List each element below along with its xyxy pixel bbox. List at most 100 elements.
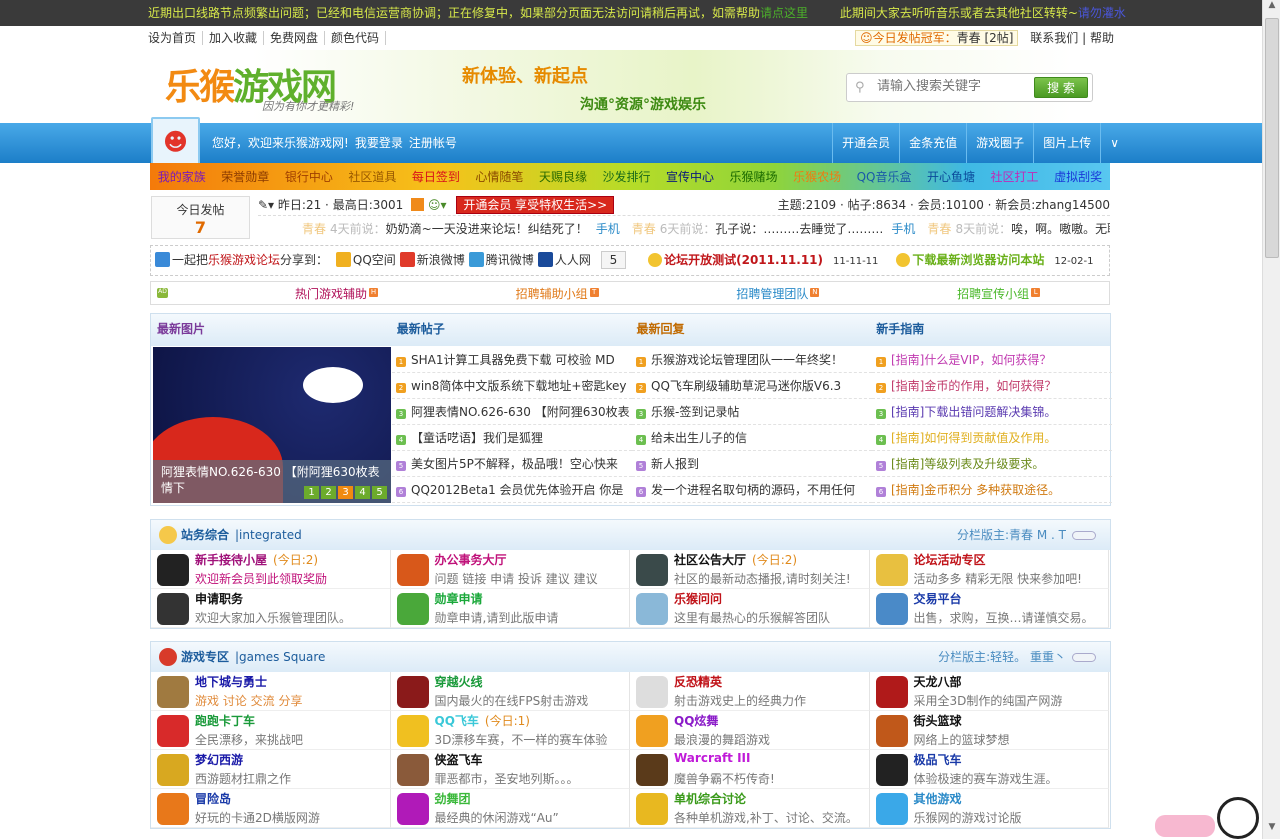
login-link[interactable]: 我要登录: [355, 136, 403, 150]
ad-item[interactable]: 招聘辅助小组 T: [447, 285, 668, 302]
forum-name[interactable]: 反恐精英: [674, 675, 722, 689]
section-title[interactable]: 站务综合: [181, 528, 229, 542]
forum-name[interactable]: QQ炫舞: [674, 714, 718, 728]
menu-item[interactable]: 开心鱼塘: [927, 168, 975, 185]
list-item[interactable]: 4 [指南]如何得到贡献值及作用。: [872, 425, 1112, 451]
menu-item[interactable]: 宣传中心: [666, 168, 714, 185]
scroll-thumb[interactable]: [1265, 18, 1279, 258]
forum-icon[interactable]: [636, 715, 668, 747]
forum-icon[interactable]: [875, 715, 908, 747]
list-item[interactable]: 1 乐猴游戏论坛管理团队一一年终奖！: [632, 347, 872, 373]
shout-user[interactable]: 青春: [302, 222, 326, 236]
forum-item[interactable]: QQ飞车 (今日:1) 3D漂移车赛，不一样的赛车体验: [390, 711, 630, 750]
slide-page-button[interactable]: 3: [338, 486, 353, 499]
ad-label[interactable]: 热门游戏辅助: [295, 287, 367, 301]
forum-name[interactable]: 单机综合讨论: [674, 792, 746, 806]
rss-icon[interactable]: [411, 198, 425, 211]
forum-name[interactable]: 侠盗飞车: [435, 753, 483, 767]
list-item-link[interactable]: win8简体中文版系统下载地址+密匙key: [411, 379, 626, 393]
ad-item[interactable]: 热门游戏辅助 H: [226, 285, 447, 302]
forum-name[interactable]: 社区公告大厅: [674, 553, 746, 567]
menu-item[interactable]: 虚拟刮奖: [1054, 168, 1102, 185]
chevron-down-icon[interactable]: ∨: [1100, 123, 1128, 163]
forum-icon[interactable]: [157, 554, 189, 586]
section-moderators[interactable]: 分栏版主:轻轻。 重重丶: [938, 642, 1066, 672]
panda-mascot-icon[interactable]: [1155, 795, 1260, 839]
shout-user[interactable]: 青春: [927, 222, 951, 236]
forum-icon[interactable]: [396, 793, 429, 825]
list-item-link[interactable]: 乐猴-签到记录帖: [651, 405, 739, 419]
ad-item[interactable]: 招聘宣传小组 L: [888, 285, 1109, 302]
friends-icon[interactable]: ☺▾: [428, 198, 447, 212]
menu-item[interactable]: 沙发排行: [602, 168, 650, 185]
search-button[interactable]: 搜 索: [1034, 77, 1088, 98]
forum-item[interactable]: 单机综合讨论 各种单机游戏,补丁、讨论、交流。: [630, 789, 870, 828]
menu-item[interactable]: 我的家族: [158, 168, 206, 185]
list-item[interactable]: 4 给未出生儿子的信: [632, 425, 872, 451]
list-item[interactable]: 5 美女图片5P不解释，极品哦！空心快来: [392, 451, 632, 477]
forum-name[interactable]: 乐猴问问: [674, 592, 722, 606]
forum-item[interactable]: 劲舞团 最经典的休闲游戏“Au”: [390, 789, 630, 828]
list-item-link[interactable]: 美女图片5P不解释，极品哦！空心快来: [411, 457, 618, 471]
latest-header[interactable]: 最新帖子: [391, 314, 631, 346]
slideshow[interactable]: 阿狸表情NO.626-630 【附阿狸630枚表情下 12345: [153, 347, 391, 503]
menu-item[interactable]: 乐猴赌场: [730, 168, 778, 185]
list-item-link[interactable]: 乐猴游戏论坛管理团队一一年终奖！: [651, 353, 843, 367]
shout-via[interactable]: 手机: [596, 222, 620, 236]
share-target[interactable]: 腾讯微博: [486, 253, 534, 267]
share-target-icon[interactable]: [537, 252, 553, 267]
forum-icon[interactable]: [157, 593, 189, 625]
forum-icon[interactable]: [157, 754, 189, 786]
vip-button[interactable]: 开通会员 享受特权生活>>: [456, 196, 615, 214]
forum-item[interactable]: 穿越火线 国内最火的在线FPS射击游戏: [390, 672, 630, 711]
forum-name[interactable]: QQ飞车: [435, 714, 479, 728]
utility-link[interactable]: 设为首页: [148, 31, 204, 45]
list-item[interactable]: 5 [指南]等级列表及升级要求。: [872, 451, 1112, 477]
forum-item[interactable]: Warcraft III 魔兽争霸不朽传奇!: [630, 750, 870, 789]
scrollbar[interactable]: ▲ ▼: [1262, 0, 1280, 839]
forum-name[interactable]: 新手接待小屋: [195, 553, 267, 567]
forum-name[interactable]: 梦幻西游: [195, 753, 243, 767]
list-item-link[interactable]: 发一个进程名取句柄的源码，不用任何: [651, 483, 855, 497]
forum-icon[interactable]: [636, 593, 668, 625]
slide-page-button[interactable]: 4: [355, 486, 370, 499]
list-item[interactable]: 3 阿狸表情NO.626-630 【附阿狸630枚表: [392, 399, 632, 425]
menu-item[interactable]: 社区道具: [348, 168, 396, 185]
share-target-icon[interactable]: [468, 252, 484, 267]
forum-name[interactable]: 街头篮球: [914, 714, 962, 728]
slide-page-button[interactable]: 5: [372, 486, 387, 499]
list-item-link[interactable]: QQ2012Beta1 会员优先体验开启 你是: [411, 483, 623, 497]
scroll-up-icon[interactable]: ▲: [1263, 0, 1280, 17]
forum-item[interactable]: 天龙八部 采用全3D制作的纯国产网游: [869, 672, 1109, 711]
latest-header[interactable]: 最新图片: [151, 314, 391, 346]
scroll-down-icon[interactable]: ▼: [1263, 822, 1280, 839]
forum-name[interactable]: 勋章申请: [435, 592, 483, 606]
forum-item[interactable]: 地下城与勇士 游戏 讨论 交流 分享: [151, 672, 391, 711]
shout-user[interactable]: 青春: [632, 222, 656, 236]
ad-label[interactable]: 招聘辅助小组: [516, 287, 588, 301]
utility-link[interactable]: 加入收藏: [209, 31, 265, 45]
forum-item[interactable]: 交易平台 出售，求购，互换…请谨慎交易。: [869, 589, 1109, 628]
forum-item[interactable]: 侠盗飞车 罪恶都市，圣安地列斯。。。: [390, 750, 630, 789]
list-item-link[interactable]: 新人报到: [651, 457, 699, 471]
forum-name[interactable]: 穿越火线: [435, 675, 483, 689]
forum-item[interactable]: 论坛活动专区 活动多多 精彩无限 快来参加吧!: [869, 550, 1109, 589]
list-item-link[interactable]: QQ飞车刷级辅助草泥马迷你版V6.3: [651, 379, 841, 393]
share-target-icon[interactable]: [335, 252, 351, 267]
forum-icon[interactable]: [636, 554, 668, 586]
daily-champion[interactable]: ☺今日发帖冠军：青春 [2帖]: [855, 30, 1019, 46]
forum-item[interactable]: 社区公告大厅 (今日:2) 社区的最新动态播报,请时刻关注!: [630, 550, 870, 589]
ad-label[interactable]: 招聘管理团队: [736, 287, 808, 301]
forum-item[interactable]: 其他游戏 乐猴网的游戏讨论版: [869, 789, 1109, 828]
forum-name[interactable]: 极品飞车: [914, 753, 962, 767]
list-item-link[interactable]: [指南]如何得到贡献值及作用。: [891, 431, 1056, 445]
forum-name[interactable]: 申请职务: [195, 592, 243, 606]
ad-item[interactable]: 招聘管理团队 N: [668, 285, 889, 302]
forum-item[interactable]: 跑跑卡丁车 全民漂移，来挑战吧: [151, 711, 391, 750]
forum-name[interactable]: 办公事务大厅: [435, 553, 507, 567]
share-target[interactable]: QQ空间: [353, 253, 396, 267]
list-item[interactable]: 3 乐猴-签到记录帖: [632, 399, 872, 425]
list-item-link[interactable]: [指南]等级列表及升级要求。: [891, 457, 1044, 471]
forum-icon[interactable]: [875, 554, 908, 586]
list-item-link[interactable]: SHA1计算工具器免费下载 可校验 MD: [411, 353, 615, 367]
